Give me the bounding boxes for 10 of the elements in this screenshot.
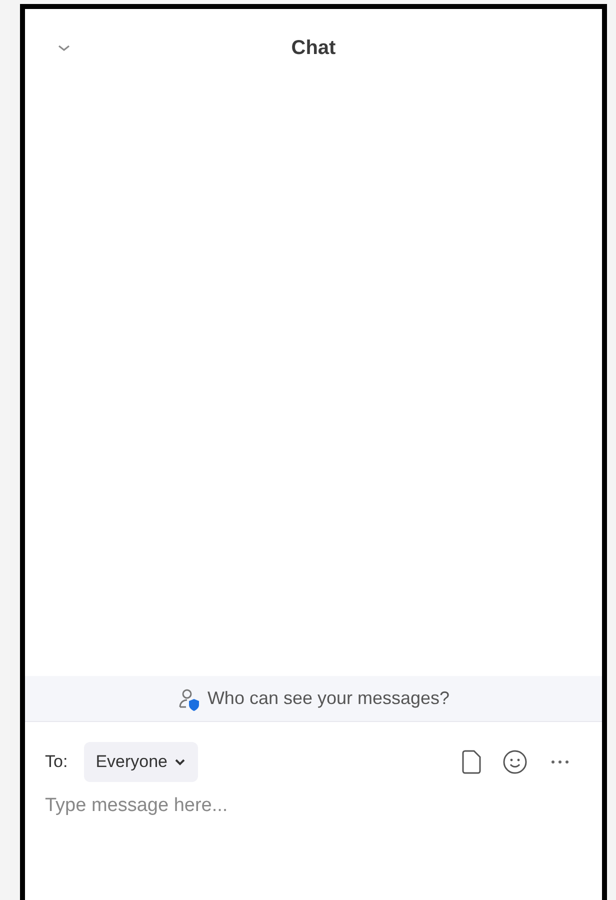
smiley-icon (502, 749, 528, 775)
more-icon (550, 759, 570, 765)
file-icon (462, 749, 482, 775)
message-field[interactable]: Type message here... (45, 792, 582, 820)
privacy-notice[interactable]: Who can see your messages? (25, 676, 602, 722)
recipient-dropdown[interactable]: Everyone (84, 742, 198, 782)
chevron-down-icon (57, 43, 71, 53)
caret-icon (174, 758, 186, 766)
recipient-label: To: (45, 751, 68, 774)
chat-title: Chat (291, 36, 336, 61)
